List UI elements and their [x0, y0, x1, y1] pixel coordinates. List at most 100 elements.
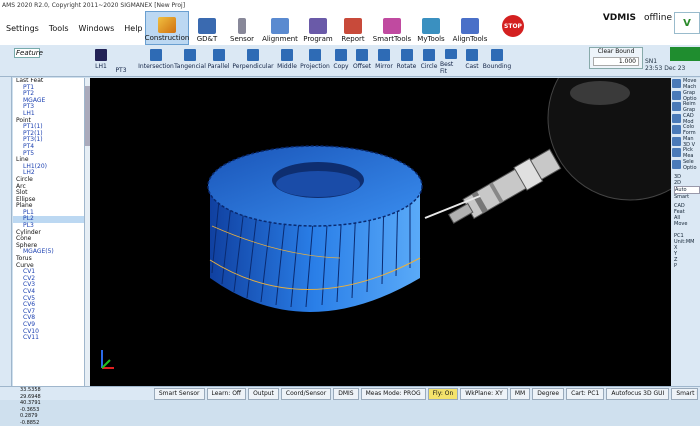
feature-tab[interactable]: Feature	[14, 48, 43, 58]
tab-report[interactable]: Report	[336, 11, 370, 45]
projection-icon	[309, 49, 321, 61]
construction-tools: Intersection Tangencial Parallel Perpend…	[138, 47, 512, 75]
menu-windows[interactable]: Windows	[79, 24, 115, 33]
rotate-button[interactable]: Rotate	[395, 47, 418, 75]
circle-icon	[423, 49, 435, 61]
right-item-manual-3d[interactable]: Man 3D V	[671, 136, 700, 148]
axis-triad	[101, 350, 114, 369]
coord-system-button[interactable]: Cart: PC1	[566, 388, 605, 400]
auto-select[interactable]: Auto	[674, 186, 700, 194]
right-item-pick[interactable]: Pick Mea	[671, 147, 700, 159]
right-item-select[interactable]: Sele Optio	[671, 159, 700, 171]
smart-sensor-button[interactable]: Smart Sensor	[153, 388, 205, 400]
projection-button[interactable]: Projection	[299, 47, 331, 75]
coordinate-readout: 33.5358 29.6948 40.3791 -0.3653 0.2879 -…	[20, 387, 41, 426]
offset-button[interactable]: Offset	[351, 47, 373, 75]
circle-button[interactable]: Circle	[418, 47, 440, 75]
smart-check[interactable]: Smart	[674, 194, 700, 200]
green-indicator	[670, 47, 700, 61]
tangencial-icon	[184, 49, 196, 61]
angle-unit-button[interactable]: Degree	[532, 388, 565, 400]
units-button[interactable]: MM	[509, 388, 531, 400]
tab-program[interactable]: Program	[301, 11, 335, 45]
workplane-button[interactable]: WkPlane: XY	[460, 388, 508, 400]
rotate-icon	[400, 49, 413, 61]
best-fit-icon	[445, 49, 457, 59]
toolbar-left-tools: LH1 PT3	[90, 47, 130, 75]
right-item-move[interactable]: Move Mach	[671, 78, 700, 90]
mirror-button[interactable]: Mirror	[373, 47, 395, 75]
tab-smarttools[interactable]: SmartTools	[371, 11, 413, 45]
right-item-reim[interactable]: Reim Grap	[671, 101, 700, 113]
probe-head-highlight	[570, 81, 630, 105]
tab-sensor[interactable]: Sensor	[225, 11, 259, 45]
copy-button[interactable]: Copy	[331, 47, 351, 75]
construction-icon	[158, 17, 176, 33]
bounding-icon	[491, 49, 503, 61]
tangencial-button[interactable]: Tangencial	[174, 47, 206, 75]
alignment-icon	[271, 18, 289, 34]
tab-gdt[interactable]: GD&T	[190, 11, 224, 45]
smarttools-icon	[383, 18, 401, 34]
dmis-button[interactable]: DMIS	[333, 388, 359, 400]
learn-button[interactable]: Learn: Off	[206, 388, 247, 400]
gdt-icon	[198, 18, 216, 34]
output-button[interactable]: Output	[248, 388, 279, 400]
tab-construction[interactable]: Construction	[145, 11, 189, 45]
intersection-icon	[150, 49, 162, 61]
middle-icon	[281, 49, 293, 61]
coord-sensor-button[interactable]: Coord/Sensor	[280, 388, 332, 400]
vdmis-logo: V	[674, 12, 700, 34]
window-title: AMS 2020 R2.0, Copyright 2011~2020 SIGMA…	[0, 0, 700, 11]
menu-settings[interactable]: Settings	[6, 24, 39, 33]
cast-icon	[466, 49, 478, 61]
mytools-icon	[422, 18, 440, 34]
pt3-tool[interactable]: PT3	[112, 47, 130, 75]
parallel-icon	[212, 49, 225, 61]
fly-button[interactable]: Fly: On	[427, 388, 459, 400]
clear-bound-panel: Clear Bound 1.000	[589, 47, 643, 69]
p-label: P	[674, 263, 678, 269]
menu-help[interactable]: Help	[124, 24, 142, 33]
right-item-cad[interactable]: CAD Mod	[671, 113, 700, 125]
menu-tools[interactable]: Tools	[49, 24, 69, 33]
probe-arm	[448, 148, 562, 224]
sensor-icon	[238, 18, 246, 34]
3d-viewport[interactable]	[90, 35, 700, 386]
right-item-color[interactable]: Colo Form	[671, 124, 700, 136]
smart-navigation-button[interactable]: Smart Navigation	[671, 388, 698, 400]
tab-alignment[interactable]: Alignment	[260, 11, 300, 45]
right-item-graph-options[interactable]: Grap Optio	[671, 90, 700, 102]
left-icon-strip	[0, 77, 12, 387]
move-check[interactable]: Move	[674, 221, 700, 227]
meas-mode-button[interactable]: Meas Mode: PROG	[360, 388, 426, 400]
cast-button[interactable]: Cast	[462, 47, 482, 75]
bounding-button[interactable]: Bounding	[482, 47, 512, 75]
gear-bore-inner	[276, 171, 360, 197]
mirror-icon	[378, 49, 390, 61]
intersection-button[interactable]: Intersection	[138, 47, 174, 75]
feature-tree: Last Feat PT1 PT2 MGAGE PT3 LH1 Point PT1(1) PT2…	[13, 78, 85, 386]
brand-name: VDMIS	[602, 13, 637, 23]
offset-icon	[356, 49, 368, 61]
autofocus-button[interactable]: Autofocus 3D GUI	[606, 388, 670, 400]
lh1-tool[interactable]: LH1	[90, 47, 112, 75]
perpendicular-button[interactable]: Perpendicular	[231, 47, 275, 75]
brand: VDMIS offline	[603, 13, 672, 23]
stop-button[interactable]: STOP	[502, 15, 524, 37]
connection-status: offline	[644, 13, 672, 23]
report-icon	[344, 18, 362, 34]
best-fit-button[interactable]: Best Fit	[440, 47, 462, 75]
clear-bound-button[interactable]: Clear Bound	[590, 48, 642, 55]
tab-aligntools[interactable]: AlignTools	[449, 11, 491, 45]
viewport-scene	[101, 35, 700, 369]
program-icon	[309, 18, 327, 34]
middle-button[interactable]: Middle	[275, 47, 299, 75]
aligntools-icon	[461, 18, 479, 34]
status-bar: 33.5358 29.6948 40.3791 -0.3653 0.2879 -…	[0, 386, 700, 426]
parallel-button[interactable]: Parallel	[206, 47, 231, 75]
clear-bound-value[interactable]: 1.000	[593, 57, 639, 66]
menu-bar: Settings Tools Windows Help	[0, 11, 145, 45]
tree-item[interactable]: CV11	[13, 335, 84, 342]
tab-mytools[interactable]: MyTools	[414, 11, 448, 45]
